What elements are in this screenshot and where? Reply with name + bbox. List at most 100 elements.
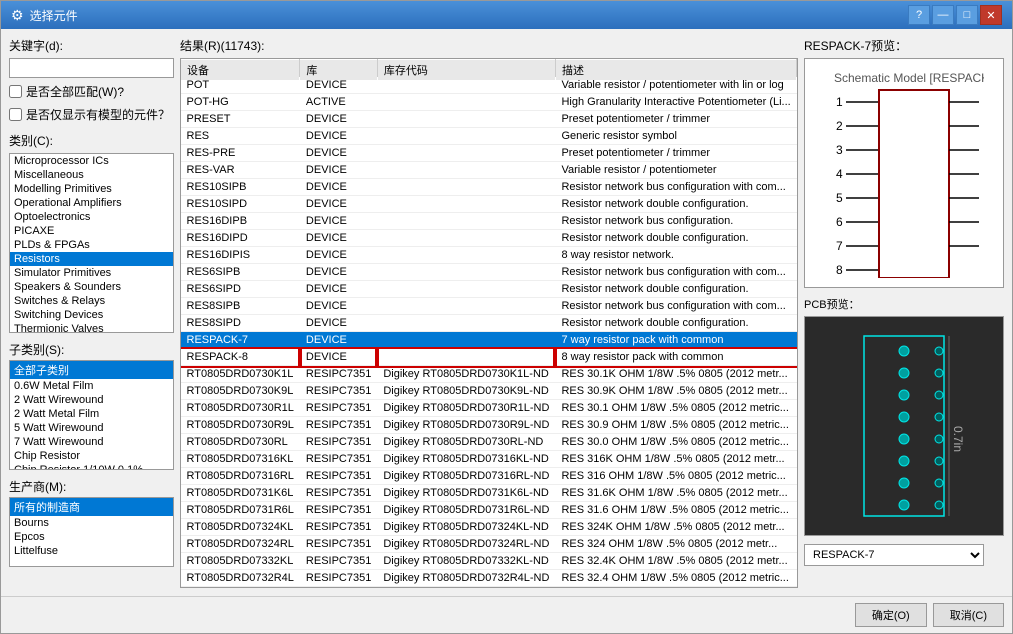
cell-device: RT0805DRD0730K9L [181, 383, 300, 400]
subcategory-item[interactable]: Chip Resistor [10, 449, 173, 463]
table-row[interactable]: RES6SIPBDEVICEResistor network bus confi… [181, 264, 797, 281]
match-all-checkbox[interactable] [9, 85, 22, 98]
svg-text:4: 4 [836, 167, 843, 181]
cell-desc: RES 30.9K OHM 1/8W .5% 0805 (2012 metr..… [555, 383, 796, 400]
svg-text:8: 8 [836, 263, 843, 277]
manufacturer-item[interactable]: Littelfuse [10, 544, 173, 558]
subcategory-item[interactable]: 5 Watt Wirewound [10, 421, 173, 435]
table-row[interactable]: POT-HGACTIVEHigh Granularity Interactive… [181, 94, 797, 111]
manufacturer-list[interactable]: 所有的制造商BournsEpcosLittelfuse [9, 497, 174, 567]
table-row[interactable]: RES8SIPDDEVICEResistor network double co… [181, 315, 797, 332]
table-row[interactable]: RESDEVICE Generic resistor symbol [181, 128, 797, 145]
subcategory-item[interactable]: 0.6W Metal Film [10, 379, 173, 393]
table-row[interactable]: RT0805DRD0730K9LRESIPC7351Digikey RT0805… [181, 383, 797, 400]
table-row[interactable]: RT0805DRD07324RLRESIPC7351Digikey RT0805… [181, 536, 797, 553]
category-item[interactable]: PLDs & FPGAs [10, 238, 173, 252]
col-library: 库 [300, 59, 377, 80]
cell-library: RESIPC7351 [300, 400, 377, 417]
table-row[interactable]: RES-PREDEVICEPreset potentiometer / trim… [181, 145, 797, 162]
cell-stock [377, 128, 555, 145]
category-item[interactable]: Operational Amplifiers [10, 196, 173, 210]
subcategory-item[interactable]: Chip Resistor 1/10W 0.1% [10, 463, 173, 470]
table-row[interactable]: RES10SIPDDEVICEResistor network double c… [181, 196, 797, 213]
cell-desc: RES 30.0 OHM 1/8W .5% 0805 (2012 metric.… [555, 434, 796, 451]
cell-device: RT0805DRD07316KL [181, 451, 300, 468]
cell-library: RESIPC7351 [300, 502, 377, 519]
minimize-button[interactable]: — [932, 5, 954, 25]
table-row[interactable]: RT0805DRD0730R9LRESIPC7351Digikey RT0805… [181, 417, 797, 434]
cell-library: DEVICE [300, 145, 377, 162]
table-row[interactable]: RES16DIPBDEVICEResistor network bus conf… [181, 213, 797, 230]
table-row[interactable]: RT0805DRD07324KLRESIPC7351Digikey RT0805… [181, 519, 797, 536]
table-row[interactable]: RT0805DRD0731K6LRESIPC7351Digikey RT0805… [181, 485, 797, 502]
table-row[interactable]: RESPACK-8DEVICE8 way resistor pack with … [181, 349, 797, 366]
cell-library: DEVICE [300, 213, 377, 230]
table-row[interactable]: RT0805DRD0730K1LRESIPC7351Digikey RT0805… [181, 366, 797, 383]
manufacturer-label: 生产商(M): [9, 478, 174, 495]
category-item[interactable]: Thermionic Valves [10, 322, 173, 333]
manufacturer-item[interactable]: 所有的制造商 [10, 498, 173, 516]
cancel-button[interactable]: 取消(C) [933, 603, 1004, 627]
table-row[interactable]: RT0805DRD0730R1LRESIPC7351Digikey RT0805… [181, 400, 797, 417]
subcategory-item[interactable]: 7 Watt Wirewound [10, 435, 173, 449]
table-row[interactable]: RT0805DRD0732R4LRESIPC7351Digikey RT0805… [181, 570, 797, 587]
table-row[interactable]: RESPACK-7DEVICE7 way resistor pack with … [181, 332, 797, 349]
manufacturer-item[interactable]: Bourns [10, 516, 173, 530]
svg-text:7: 7 [836, 239, 843, 253]
category-item[interactable]: Switches & Relays [10, 294, 173, 308]
table-row[interactable]: RES6SIPDDEVICEResistor network double co… [181, 281, 797, 298]
cell-desc: Generic resistor symbol [555, 128, 796, 145]
table-row[interactable]: RES8SIPBDEVICEResistor network bus confi… [181, 298, 797, 315]
category-list[interactable]: Microprocessor ICsMiscellaneousModelling… [9, 153, 174, 333]
help-button[interactable]: ? [908, 5, 930, 25]
cell-stock [377, 332, 555, 349]
table-row[interactable]: RT0805DRD0731R6LRESIPC7351Digikey RT0805… [181, 502, 797, 519]
subcategory-list[interactable]: 全部子类别0.6W Metal Film2 Watt Wirewound2 Wa… [9, 360, 174, 470]
cell-library: DEVICE [300, 332, 377, 349]
table-row[interactable]: PRESETDEVICEPreset potentiometer / trimm… [181, 111, 797, 128]
cell-device: RT0805DRD0730RL [181, 434, 300, 451]
cell-stock [377, 264, 555, 281]
cell-stock: Digikey RT0805DRD0730K9L-ND [377, 383, 555, 400]
cell-device: RES10SIPD [181, 196, 300, 213]
table-row[interactable]: RES16DIPDDEVICEResistor network double c… [181, 230, 797, 247]
cell-stock [377, 111, 555, 128]
table-row[interactable]: RT0805DRD07316KLRESIPC7351Digikey RT0805… [181, 451, 797, 468]
category-item[interactable]: Modelling Primitives [10, 182, 173, 196]
manufacturer-item[interactable]: Epcos [10, 530, 173, 544]
manufacturer-section: 生产商(M): 所有的制造商BournsEpcosLittelfuse [9, 478, 174, 567]
table-row[interactable]: RES16DIPISDEVICE8 way resistor network. [181, 247, 797, 264]
category-item[interactable]: PICAXE [10, 224, 173, 238]
cell-stock: Digikey RT0805DRD0731K6L-ND [377, 485, 555, 502]
table-row[interactable]: RT0805DRD07316RLRESIPC7351Digikey RT0805… [181, 468, 797, 485]
table-row[interactable]: RES-VARDEVICEVariable resistor / potenti… [181, 162, 797, 179]
table-row[interactable]: RES10SIPBDEVICEResistor network bus conf… [181, 179, 797, 196]
category-item[interactable]: Resistors [10, 252, 173, 266]
cell-device: RES [181, 128, 300, 145]
cell-library: RESIPC7351 [300, 519, 377, 536]
ok-button[interactable]: 确定(O) [855, 603, 927, 627]
cell-library: RESIPC7351 [300, 417, 377, 434]
category-item[interactable]: Miscellaneous [10, 168, 173, 182]
category-item[interactable]: Microprocessor ICs [10, 154, 173, 168]
cell-library: DEVICE [300, 128, 377, 145]
category-item[interactable]: Optoelectronics [10, 210, 173, 224]
subcategory-section: 子类别(S): 全部子类别0.6W Metal Film2 Watt Wirew… [9, 341, 174, 470]
model-select[interactable]: RESPACK-7 [804, 544, 984, 566]
close-button[interactable]: ✕ [980, 5, 1002, 25]
show-model-checkbox[interactable] [9, 108, 22, 121]
table-row[interactable]: RT0805DRD07332KLRESIPC7351Digikey RT0805… [181, 553, 797, 570]
results-table-wrap[interactable]: 设备 库 库存代码 描述 POTDEVICEVariable resistor … [180, 58, 798, 588]
schematic-preview: Schematic Model [RESPACK7] 1 2 3 4 5 6 7… [804, 58, 1004, 288]
cell-desc: Resistor network double configuration. [555, 315, 796, 332]
category-item[interactable]: Switching Devices [10, 308, 173, 322]
table-row[interactable]: RT0805DRD0730RLRESIPC7351Digikey RT0805D… [181, 434, 797, 451]
subcategory-item[interactable]: 2 Watt Metal Film [10, 407, 173, 421]
subcategory-item[interactable]: 全部子类别 [10, 361, 173, 379]
maximize-button[interactable]: □ [956, 5, 978, 25]
cell-stock [377, 349, 555, 366]
keyword-input[interactable] [9, 58, 174, 78]
category-item[interactable]: Simulator Primitives [10, 266, 173, 280]
category-item[interactable]: Speakers & Sounders [10, 280, 173, 294]
subcategory-item[interactable]: 2 Watt Wirewound [10, 393, 173, 407]
